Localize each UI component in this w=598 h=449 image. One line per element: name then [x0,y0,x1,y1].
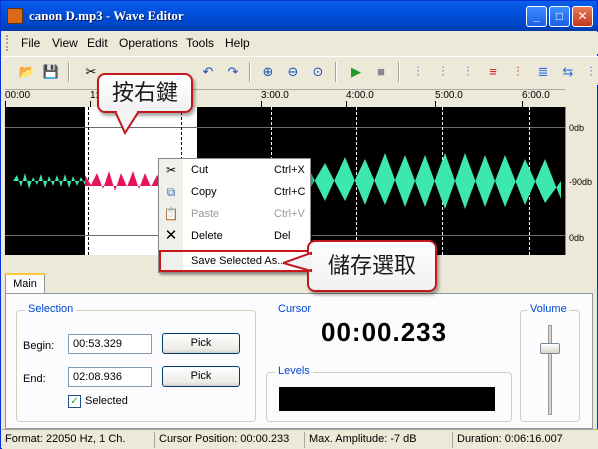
context-copy-label: Copy [191,186,217,198]
db-scale: 0db -90db 0db [565,107,597,255]
context-delete-label: Delete [191,230,223,242]
play-icon[interactable]: ▶ [345,61,367,83]
window-title: canon D.mp3 - Wave Editor [29,8,184,23]
menu-operations[interactable]: Operations [119,36,178,50]
ruler-tick: 4:00.0 [346,90,374,107]
menu-bar: File View Edit Operations Tools Help [2,32,598,54]
toolbar-separator [68,62,70,82]
open-icon[interactable]: 📂 [16,61,38,83]
selection-group: Selection Begin: 00:53.329 Pick End: 02:… [16,303,256,422]
status-duration: Duration: 0:06:16.007 [457,433,563,445]
app-icon [7,8,23,24]
silence-icon[interactable]: ⫶ [507,61,529,83]
begin-pick-button[interactable]: Pick [162,333,240,354]
maximize-button[interactable]: □ [549,6,570,27]
selected-checkbox[interactable]: ✓ [68,395,81,408]
end-field[interactable]: 02:08.936 [68,367,152,387]
delete-icon: ✕ [164,227,178,244]
fade-in-icon[interactable]: ⫶ [407,61,429,83]
levels-group: Levels [266,365,512,422]
levels-meter [279,387,495,411]
undo-icon[interactable]: ↶ [197,61,219,83]
context-paste-shortcut: Ctrl+V [274,208,305,220]
fade-out-icon[interactable]: ⫶ [432,61,454,83]
ruler-tick: 5:00.0 [435,90,463,107]
selection-group-title: Selection [25,303,77,315]
status-bar: Format: 22050 Hz, 1 Ch. Cursor Position:… [2,429,598,449]
callout-right-click-pointer [113,111,141,136]
menu-help[interactable]: Help [225,36,250,50]
ruler-tick: 00:00 [5,90,31,107]
reverse-icon[interactable]: ⇆ [557,61,579,83]
toolbar-separator [249,62,251,82]
context-paste-label: Paste [191,208,220,220]
volume-group: Volume [520,303,580,422]
zoom-out-icon[interactable]: ⊖ [282,61,304,83]
wave-editor-window: canon D.mp3 - Wave Editor _ □ ✕ File Vie… [0,0,598,449]
db-mid-label: -90db [569,177,593,187]
scissors-icon: ✂ [165,163,177,177]
zoom-fit-icon[interactable]: ⊙ [307,61,329,83]
callout-right-click: 按右鍵 [97,73,193,113]
cursor-value: 00:00.233 [321,317,448,347]
volume-group-title: Volume [527,303,570,315]
menu-edit[interactable]: Edit [87,36,108,50]
normalize-icon[interactable]: ≡ [482,61,504,83]
close-button[interactable]: ✕ [572,6,593,27]
cursor-group-title: Cursor [275,303,315,315]
waveform-left [13,173,85,189]
context-cut[interactable]: ✂ Cut Ctrl+X [159,159,310,181]
toolbar-separator [398,62,400,82]
menu-tools[interactable]: Tools [186,36,214,50]
context-cut-label: Cut [191,164,209,176]
status-separator [154,432,155,448]
context-cut-shortcut: Ctrl+X [274,164,305,176]
context-save-selected-label: Save Selected As... [191,255,287,267]
title-bar[interactable]: canon D.mp3 - Wave Editor _ □ ✕ [1,1,597,31]
toolbar-separator [335,62,337,82]
levels-group-title: Levels [275,365,313,377]
begin-field[interactable]: 00:53.329 [68,334,152,354]
end-pick-button[interactable]: Pick [162,366,240,387]
menu-file[interactable]: File [21,36,40,50]
menu-grip [6,35,9,51]
begin-label: Begin: [23,340,55,352]
status-max-amplitude: Max. Amplitude: -7 dB [309,433,417,445]
db-bottom-label: 0db [569,233,585,243]
toolbar: 📂 💾 ✂ ↶ ↷ ⊕ ⊖ ⊙ ▶ ■ ⫶ ⫶ ⫶ ≡ ⫶ ≣ ⇆ ⫶ [2,56,598,85]
status-cursor-position: Cursor Position: 00:00.233 [159,433,290,445]
context-copy[interactable]: ⧉ Copy Ctrl+C [159,181,310,203]
menu-view[interactable]: View [52,36,78,50]
tab-control: Main Selection Begin: 00:53.329 Pick End… [5,273,595,429]
ruler-tick: 3:00.0 [261,90,289,107]
tab-main[interactable]: Main [5,273,45,294]
paste-icon: 📋 [163,207,179,221]
db-top-label: 0db [569,123,585,133]
amplify-icon[interactable]: ⫶ [457,61,479,83]
volume-track [548,325,552,415]
effects-icon[interactable]: ⫶ [580,61,598,83]
end-label: End: [23,373,46,385]
save-icon[interactable]: 💾 [40,61,62,83]
zoom-in-icon[interactable]: ⊕ [257,61,279,83]
context-delete-shortcut: Del [274,230,291,242]
status-separator [304,432,305,448]
time-ruler[interactable]: 00:00 1:0 3:00.0 4:00.0 5:00.0 6:00.0 [5,89,565,107]
callout-save-selection-pointer [283,251,313,273]
copy-icon: ⧉ [166,185,176,199]
status-separator [452,432,453,448]
stop-icon[interactable]: ■ [370,61,392,83]
ruler-tick: 6:00.0 [522,90,550,107]
volume-slider-thumb[interactable] [540,343,560,354]
context-delete[interactable]: ✕ Delete Del [159,225,310,247]
context-paste[interactable]: 📋 Paste Ctrl+V [159,203,310,225]
main-tab-page: Selection Begin: 00:53.329 Pick End: 02:… [5,293,593,429]
equalizer-icon[interactable]: ≣ [532,61,554,83]
minimize-button[interactable]: _ [526,6,547,27]
status-format: Format: 22050 Hz, 1 Ch. [5,433,126,445]
context-copy-shortcut: Ctrl+C [274,186,306,198]
redo-icon[interactable]: ↷ [222,61,244,83]
callout-save-selection: 儲存選取 [307,240,437,292]
selected-label: Selected [85,395,128,407]
